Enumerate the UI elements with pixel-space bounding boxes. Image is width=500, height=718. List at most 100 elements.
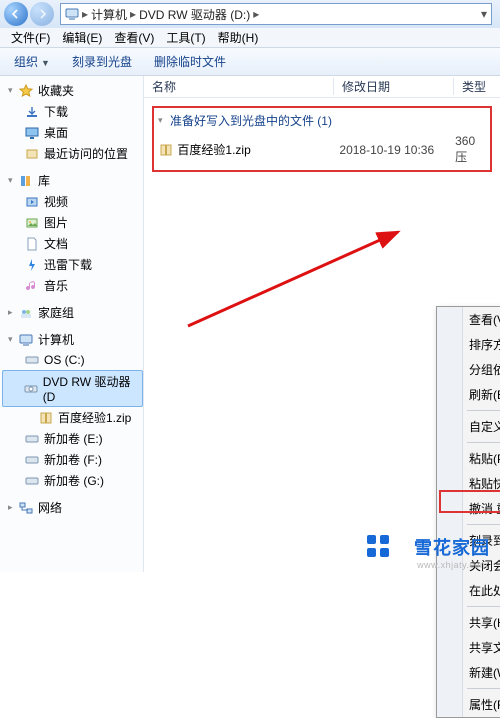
menu-tools[interactable]: 工具(T) xyxy=(161,27,210,48)
ctx-separator xyxy=(437,407,500,414)
sidebar-head-computer[interactable]: ▾ 计算机 xyxy=(2,329,143,350)
sidebar-head-favorites[interactable]: ▾ 收藏夹 xyxy=(2,80,143,101)
drive-icon xyxy=(24,352,40,368)
titlebar: ▸ 计算机 ▸ DVD RW 驱动器 (D:) ▸ ▾ xyxy=(0,0,500,28)
computer-icon xyxy=(65,7,79,21)
sidebar-item-burnfile[interactable]: 百度经验1.zip xyxy=(2,407,143,428)
nav-back-button[interactable] xyxy=(4,2,28,26)
ctx-separator xyxy=(437,439,500,446)
cmd-delete-temp[interactable]: 删除临时文件 xyxy=(146,50,234,73)
sidebar-item-dvd-rw[interactable]: DVD RW 驱动器 (D xyxy=(2,370,143,407)
sidebar-item-downloads[interactable]: 下载 xyxy=(2,101,143,122)
watermark-text: 雪花家园 xyxy=(414,534,490,560)
sidebar-item-recent[interactable]: 最近访问的位置 xyxy=(2,143,143,164)
menu-help[interactable]: 帮助(H) xyxy=(213,27,264,48)
nav-pane: ▾ 收藏夹 下载 桌面 最近访问的位置 ▾ xyxy=(0,76,144,572)
homegroup-icon xyxy=(18,305,34,321)
sidebar-item-xunlei[interactable]: 迅雷下载 xyxy=(2,254,143,275)
sidebar-item-documents[interactable]: 文档 xyxy=(2,233,143,254)
ctx-view[interactable]: 查看(V)▶ xyxy=(437,307,500,332)
sidebar-item-drive-e[interactable]: 新加卷 (E:) xyxy=(2,428,143,449)
video-icon xyxy=(24,194,40,210)
sidebar-item-drive-c[interactable]: OS (C:) xyxy=(2,350,143,370)
ctx-separator xyxy=(437,685,500,692)
ctx-sort[interactable]: 排序方式(O)▶ xyxy=(437,332,500,357)
cmd-organize[interactable]: 组织▼ xyxy=(6,50,58,73)
xunlei-icon xyxy=(24,257,40,273)
ctx-sync[interactable]: 共享文件夹同步▶ xyxy=(437,635,500,660)
picture-icon xyxy=(24,215,40,231)
ctx-customize[interactable]: 自定义文件夹(F)... xyxy=(437,414,500,439)
sidebar-item-drive-f[interactable]: 新加卷 (F:) xyxy=(2,449,143,470)
expand-icon: ▸ xyxy=(8,307,18,318)
menu-bar: 文件(F) 编辑(E) 查看(V) 工具(T) 帮助(H) xyxy=(0,28,500,48)
sidebar-group-network: ▸ 网络 xyxy=(2,497,143,518)
drive-icon xyxy=(24,431,40,447)
file-row[interactable]: 百度经验1.zip 2018-10-19 10:36 360压 xyxy=(156,133,488,166)
col-name[interactable]: 名称 xyxy=(144,78,334,95)
sidebar-head-libraries[interactable]: ▾ 库 xyxy=(2,170,143,191)
sidebar-item-music[interactable]: 音乐 xyxy=(2,275,143,296)
breadcrumb-computer[interactable]: 计算机 xyxy=(91,6,127,23)
menu-view[interactable]: 查看(V) xyxy=(109,27,159,48)
breadcrumb-sep: ▸ xyxy=(130,7,136,21)
ctx-properties[interactable]: 属性(R) xyxy=(437,692,500,717)
col-type[interactable]: 类型 xyxy=(454,78,500,95)
libraries-icon xyxy=(18,173,34,189)
expand-icon: ▾ xyxy=(8,334,18,345)
ctx-paste-shortcut[interactable]: 粘贴快捷方式(S) xyxy=(437,471,500,496)
ctx-separator xyxy=(437,521,500,528)
sidebar-head-network[interactable]: ▸ 网络 xyxy=(2,497,143,518)
burn-section-heading[interactable]: ▾ 准备好写入到光盘中的文件 (1) xyxy=(156,110,488,133)
download-icon xyxy=(24,104,40,120)
sidebar-group-favorites: ▾ 收藏夹 下载 桌面 最近访问的位置 xyxy=(2,80,143,164)
ctx-separator xyxy=(437,603,500,610)
ctx-paste[interactable]: 粘贴(P) xyxy=(437,446,500,471)
file-type: 360压 xyxy=(455,134,486,165)
file-date: 2018-10-19 10:36 xyxy=(339,143,455,157)
computer-icon xyxy=(18,332,34,348)
sidebar-group-libraries: ▾ 库 视频 图片 文档 迅雷下载 音乐 xyxy=(2,170,143,296)
recent-icon xyxy=(24,146,40,162)
nav-forward-button[interactable] xyxy=(30,2,54,26)
sidebar-item-pictures[interactable]: 图片 xyxy=(2,212,143,233)
sidebar-item-desktop[interactable]: 桌面 xyxy=(2,122,143,143)
ctx-new[interactable]: 新建(W)▶ xyxy=(437,660,500,685)
col-date[interactable]: 修改日期 xyxy=(334,78,454,95)
content-pane: 名称 修改日期 类型 ▾ 准备好写入到光盘中的文件 (1) 百度经验1.zip … xyxy=(144,76,500,572)
sidebar-head-homegroup[interactable]: ▸ 家庭组 xyxy=(2,302,143,323)
address-bar[interactable]: ▸ 计算机 ▸ DVD RW 驱动器 (D:) ▸ ▾ xyxy=(60,3,492,25)
music-icon xyxy=(24,278,40,294)
annotation-arrow xyxy=(178,226,418,336)
burn-section-highlight: ▾ 准备好写入到光盘中的文件 (1) 百度经验1.zip 2018-10-19 … xyxy=(152,106,492,172)
collapse-icon: ▾ xyxy=(158,115,170,126)
column-headers[interactable]: 名称 修改日期 类型 xyxy=(144,76,500,98)
breadcrumb-sep: ▸ xyxy=(82,7,88,21)
ctx-share[interactable]: 共享(H)▶ xyxy=(437,610,500,635)
document-icon xyxy=(24,236,40,252)
breadcrumb-drive[interactable]: DVD RW 驱动器 (D:) xyxy=(139,6,250,23)
sidebar-item-drive-g[interactable]: 新加卷 (G:) xyxy=(2,470,143,491)
network-icon xyxy=(18,500,34,516)
cmd-burn-to-disc[interactable]: 刻录到光盘 xyxy=(64,50,140,73)
sidebar-group-computer: ▾ 计算机 OS (C:) DVD RW 驱动器 (D 百度经验1.zip 新加… xyxy=(2,329,143,491)
disc-drive-icon xyxy=(24,381,39,397)
expand-icon: ▸ xyxy=(8,502,18,513)
context-menu: 查看(V)▶ 排序方式(O)▶ 分组依据(P)▶ 刷新(E) 自定义文件夹(F)… xyxy=(436,306,500,718)
sidebar-item-videos[interactable]: 视频 xyxy=(2,191,143,212)
ctx-refresh[interactable]: 刷新(E) xyxy=(437,382,500,407)
ctx-cmd-here[interactable]: 在此处打开命令窗口(W) xyxy=(437,578,500,603)
file-name: 百度经验1.zip xyxy=(177,141,339,158)
ctx-group[interactable]: 分组依据(P)▶ xyxy=(437,357,500,382)
menu-file[interactable]: 文件(F) xyxy=(6,27,55,48)
breadcrumb-sep: ▸ xyxy=(253,7,259,21)
ctx-undo-rename[interactable]: 撤消 重命名(U)Ctrl+Z xyxy=(437,496,500,521)
expand-icon: ▾ xyxy=(8,175,18,186)
drive-icon xyxy=(24,473,40,489)
drive-icon xyxy=(24,452,40,468)
expand-icon: ▾ xyxy=(8,85,18,96)
zip-icon xyxy=(38,410,54,426)
zip-icon xyxy=(158,142,173,158)
menu-edit[interactable]: 编辑(E) xyxy=(57,27,107,48)
address-dropdown-icon[interactable]: ▾ xyxy=(481,7,487,21)
